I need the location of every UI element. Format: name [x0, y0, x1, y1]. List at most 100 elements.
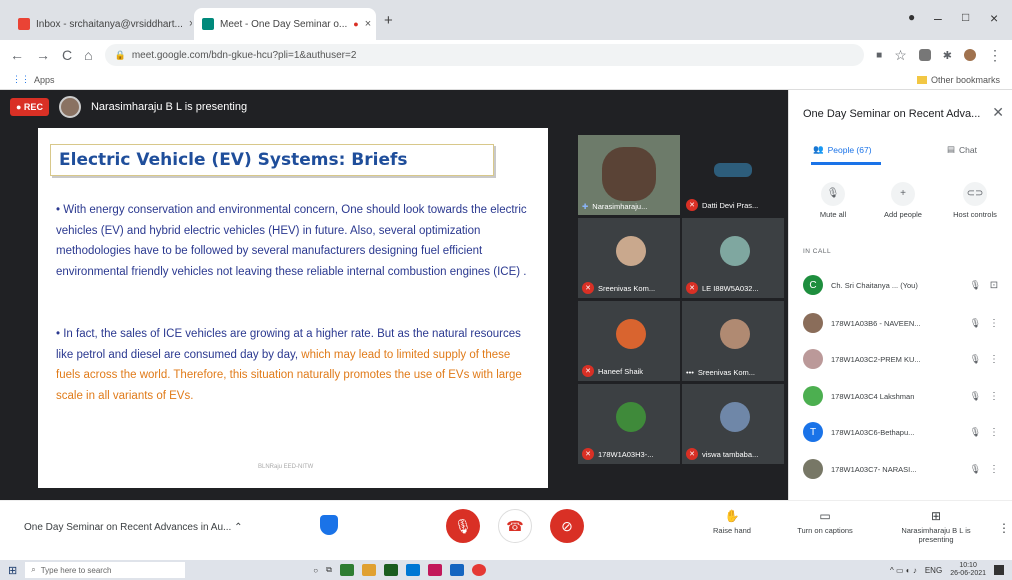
puzzle-icon[interactable]: ✱	[943, 49, 952, 62]
people-icon: 👥	[813, 144, 824, 154]
cortana-icon[interactable]: ○	[313, 566, 318, 575]
profile-icon[interactable]: ●	[908, 10, 915, 24]
search-placeholder: Type here to search	[40, 565, 112, 575]
back-icon[interactable]: ←	[10, 47, 24, 63]
mic-toggle-button[interactable]: 🎙	[446, 509, 480, 543]
avatar	[720, 319, 750, 349]
more-options-icon[interactable]: ⋮	[989, 318, 999, 329]
presenting-button[interactable]: ⊞ Narasimharaju B L is presenting	[896, 509, 976, 544]
close-tab-icon[interactable]: ×	[189, 18, 192, 30]
participant-tile[interactable]: ✕ Haneef Shaik	[578, 301, 680, 381]
list-item[interactable]: 178W1A03C2-PREM KU... 🎙 ⋮	[803, 344, 999, 374]
language-indicator[interactable]: ENG	[925, 566, 942, 575]
tab-chat[interactable]: ▤ Chat	[947, 144, 977, 155]
pin-icon[interactable]: ⊡	[989, 280, 999, 291]
participant-tile[interactable]: ✕ viswa tambaba...	[682, 384, 784, 464]
participant-tile[interactable]: ••• Sreenivas Kom...	[682, 301, 784, 381]
chrome-icon[interactable]	[471, 564, 486, 576]
notifications-icon[interactable]	[994, 565, 1004, 575]
url-bar[interactable]: 🔒 meet.google.com/bdn-gkue-hcu?pli=1&aut…	[104, 44, 865, 66]
extension-icon[interactable]	[918, 49, 931, 61]
participant-name: 178W1A03B6 - NAVEEN...	[831, 318, 921, 328]
tab-people[interactable]: 👥 People (67)	[813, 144, 872, 155]
clock[interactable]: 10:10 26-06-2021	[950, 562, 986, 578]
participant-tile[interactable]: ✕ Datti Devi Pras...	[682, 135, 784, 215]
participant-name: 178W1A03C4 Lakshman	[831, 391, 915, 401]
participant-tile[interactable]: ✕ LE I88W5A032...	[682, 218, 784, 298]
presenting-label: Narasimharaju B L is presenting	[901, 526, 971, 544]
tray-icons[interactable]: ^ ▭ ◐ ♪	[890, 566, 917, 575]
avatar	[720, 402, 750, 432]
mic-off-icon: 🎙	[969, 390, 981, 401]
mute-all-button[interactable]: 🎙 Mute all	[803, 182, 863, 219]
hand-icon: ✋	[724, 509, 740, 523]
other-bookmarks[interactable]: Other bookmarks	[916, 75, 1000, 85]
shield-icon[interactable]	[320, 515, 338, 535]
star-icon[interactable]: ☆	[894, 47, 907, 64]
close-tab-icon[interactable]: ×	[365, 18, 371, 30]
list-item[interactable]: 178W1A03C7- NARASI... 🎙 ⋮	[803, 454, 999, 484]
participant-tile[interactable]: ✕ Sreenivas Kom...	[578, 218, 680, 298]
folder-icon[interactable]	[361, 564, 376, 576]
search-icon: ⌕	[31, 565, 36, 574]
captions-button[interactable]: ▭ Turn on captions	[790, 509, 860, 535]
leave-call-button[interactable]: ☎	[498, 509, 532, 543]
app-icon[interactable]	[383, 564, 398, 576]
panel-title: One Day Seminar on Recent Adva...	[803, 108, 981, 120]
host-controls-icon: ⊂⊃	[963, 182, 987, 206]
more-options-icon[interactable]: ⋮	[989, 354, 999, 365]
list-item[interactable]: 178W1A03B6 - NAVEEN... 🎙 ⋮	[803, 308, 999, 338]
participant-tile[interactable]: ✚ Narasimharaju...	[578, 135, 680, 215]
host-controls-button[interactable]: ⊂⊃ Host controls	[945, 182, 1005, 219]
taskbar-search[interactable]: ⌕ Type here to search	[25, 562, 186, 578]
raise-hand-button[interactable]: ✋ Raise hand	[700, 509, 764, 535]
tab-gmail[interactable]: Inbox - srchaitanya@vrsiddhart... ×	[10, 8, 192, 40]
slide-bullet-2: • In fact, the sales of ICE vehicles are…	[56, 324, 536, 406]
clock-time: 10:10	[959, 562, 977, 569]
forward-icon[interactable]: →	[36, 47, 50, 63]
maximize-button[interactable]: □	[962, 10, 969, 24]
avatar	[616, 236, 646, 266]
camera-toggle-button[interactable]: ⊘	[550, 509, 584, 543]
bookmark-apps[interactable]: Apps	[34, 75, 55, 85]
app-icon[interactable]	[427, 564, 442, 576]
list-item[interactable]: T 178W1A03C6-Bethapu... 🎙 ⋮	[803, 417, 999, 447]
more-options-icon[interactable]: ⋮	[989, 427, 999, 438]
close-icon[interactable]: ✕	[992, 104, 1004, 121]
gmail-icon	[18, 18, 30, 30]
home-icon[interactable]: ⌂	[84, 47, 92, 63]
windows-start-icon[interactable]: ⊞	[8, 564, 17, 577]
avatar[interactable]	[964, 49, 976, 61]
avatar	[616, 402, 646, 432]
close-window-button[interactable]: ×	[990, 10, 998, 26]
mic-off-icon: ✕	[582, 282, 594, 294]
vscode-icon[interactable]	[405, 564, 420, 576]
meeting-details[interactable]: One Day Seminar on Recent Advances in Au…	[24, 522, 243, 533]
tile-name: Datti Devi Pras...	[702, 200, 759, 210]
new-tab-button[interactable]: +	[384, 12, 393, 29]
reload-icon[interactable]: C	[62, 47, 72, 63]
camera-icon[interactable]: ■	[876, 50, 882, 61]
tile-name: Narasimharaju...	[592, 202, 648, 211]
menu-icon[interactable]: ⋮	[988, 47, 1002, 64]
speaking-icon: •••	[686, 368, 694, 377]
tab-label: Meet - One Day Seminar o...	[220, 18, 348, 30]
more-options-icon[interactable]: ⋮	[989, 464, 999, 475]
participant-tile[interactable]: ✕ 178W1A03H3-...	[578, 384, 680, 464]
list-item[interactable]: C Ch. Sri Chaitanya ... (You) 🎙 ⊡	[803, 270, 999, 300]
app-icon[interactable]	[339, 564, 354, 576]
mic-off-icon: ✕	[582, 448, 594, 460]
more-options-icon[interactable]: ⋮	[989, 391, 999, 402]
list-item[interactable]: 178W1A03C4 Lakshman 🎙 ⋮	[803, 381, 999, 411]
video-feed	[602, 147, 656, 201]
tab-meet[interactable]: Meet - One Day Seminar o... ● ×	[194, 8, 376, 40]
add-people-button[interactable]: + Add people	[873, 182, 933, 219]
slide-bullet-1: • With energy conservation and environme…	[56, 204, 527, 278]
tab-chat-label: Chat	[959, 144, 977, 155]
chevron-up-icon: ⌃	[234, 522, 243, 533]
participant-name: 178W1A03C2-PREM KU...	[831, 354, 921, 364]
task-view-icon[interactable]: ⧉	[326, 565, 332, 575]
app-icon[interactable]	[449, 564, 464, 576]
more-options-icon[interactable]: ⋮	[998, 521, 1010, 535]
minimize-button[interactable]: –	[934, 10, 942, 26]
